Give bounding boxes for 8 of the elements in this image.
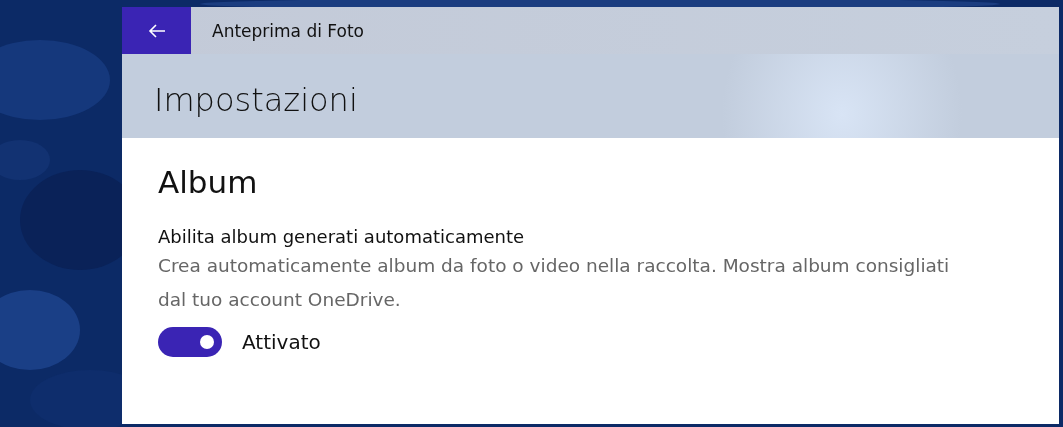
page-title: Impostazioni <box>154 81 358 119</box>
toggle-switch[interactable] <box>158 327 222 357</box>
setting-label: Abilita album generati automaticamente <box>158 226 526 247</box>
setting-description: Crea automaticamente album da foto o video nella raccolta. Mostra album consigliati dal tuo account OneDrive. <box>158 254 951 312</box>
toggle-state-label: Attivato <box>242 330 321 354</box>
back-arrow-icon <box>147 23 166 38</box>
section-title: Album <box>158 164 259 200</box>
window-title: Anteprima di Foto <box>212 20 364 41</box>
